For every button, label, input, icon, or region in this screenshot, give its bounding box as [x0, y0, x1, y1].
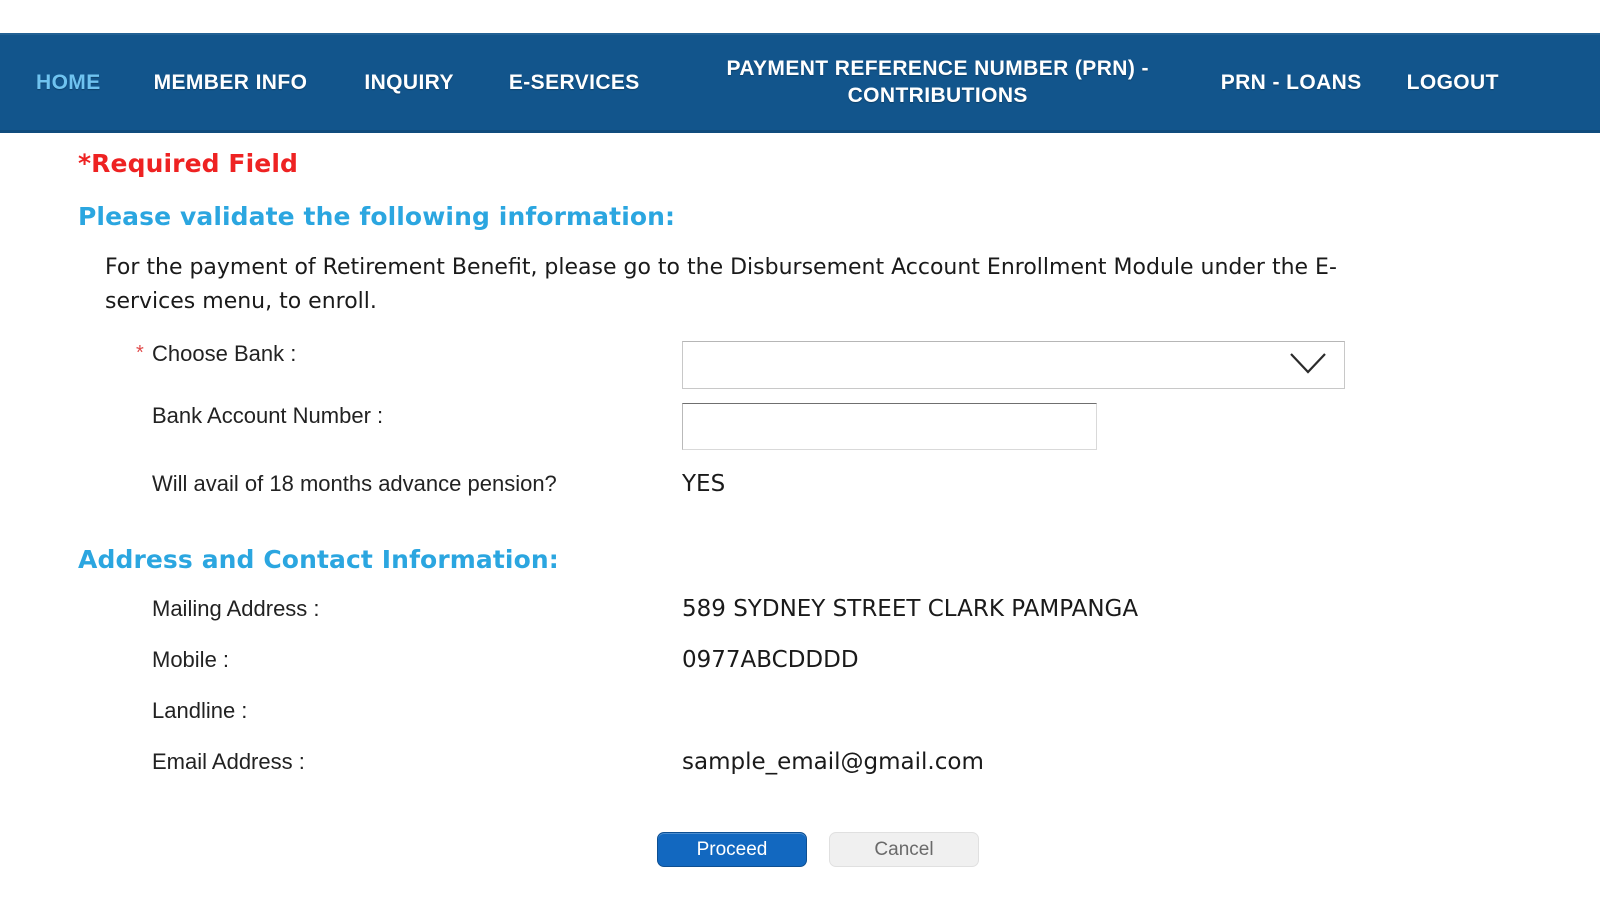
required-asterisk-icon: *: [136, 342, 144, 365]
intro-paragraph: For the payment of Retirement Benefit, p…: [105, 255, 1337, 315]
validate-information-heading: Please validate the following informatio…: [78, 202, 676, 231]
choose-bank-selected-value: [683, 353, 691, 377]
form-row-gap: [0, 453, 1600, 471]
address-contact-heading: Address and Contact Information:: [78, 545, 559, 575]
mailing-address-label: Mailing Address :: [152, 596, 320, 622]
email-address-value: sample_email@gmail.com: [682, 749, 984, 776]
advance-pension-label: Will avail of 18 months advance pension?: [152, 471, 557, 497]
required-field-note: *Required Field: [78, 149, 298, 178]
bank-account-number-input[interactable]: [682, 403, 1097, 451]
chevron-down-icon: [1288, 351, 1328, 379]
nav-item-e-services[interactable]: E-SERVICES: [509, 70, 640, 97]
bank-account-number-label: Bank Account Number :: [152, 403, 384, 429]
mobile-label: Mobile :: [152, 647, 230, 673]
nav-item-inquiry[interactable]: INQUIRY: [364, 70, 454, 97]
address-contact-list: Mailing Address : 589 SYDNEY STREET CLAR…: [0, 596, 1600, 800]
contact-row: Landline :: [0, 698, 1600, 749]
advance-pension-value: YES: [682, 471, 726, 498]
nav-item-logout[interactable]: LOGOUT: [1407, 70, 1499, 97]
contact-row: Mailing Address : 589 SYDNEY STREET CLAR…: [0, 596, 1600, 647]
bank-details-form: * Choose Bank : Bank Account Number : Wi…: [0, 341, 1600, 521]
nav-item-prn-contributions[interactable]: PAYMENT REFERENCE NUMBER (PRN) - CONTRIB…: [703, 56, 1173, 110]
nav-item-member-info[interactable]: MEMBER INFO: [154, 70, 308, 97]
proceed-button[interactable]: Proceed: [657, 832, 807, 868]
form-action-bar: Proceed Cancel: [0, 832, 1600, 868]
advance-pension-row: Will avail of 18 months advance pension?…: [0, 471, 1600, 521]
choose-bank-label: * Choose Bank :: [0, 341, 682, 367]
nav-item-prn-loans[interactable]: PRN - LOANS: [1221, 70, 1362, 97]
page-top-strip: [0, 0, 1600, 33]
contact-row: Mobile : 0977ABCDDDD: [0, 647, 1600, 698]
choose-bank-select[interactable]: [682, 341, 1345, 390]
mailing-address-value: 589 SYDNEY STREET CLARK PAMPANGA: [682, 596, 1139, 623]
email-address-label: Email Address :: [152, 749, 305, 775]
contact-row: Email Address : sample_email@gmail.com: [0, 749, 1600, 800]
cancel-button[interactable]: Cancel: [829, 832, 979, 868]
page-content: *Required Field Please validate the foll…: [0, 149, 1600, 868]
choose-bank-label-text: Choose Bank :: [152, 341, 297, 367]
form-row-gap: [0, 391, 1600, 403]
bank-account-number-row: Bank Account Number :: [0, 403, 1600, 453]
main-navigation-bar: HOME MEMBER INFO INQUIRY E-SERVICES PAYM…: [0, 33, 1600, 133]
choose-bank-row: * Choose Bank :: [0, 341, 1600, 391]
mobile-value: 0977ABCDDDD: [682, 647, 859, 674]
nav-item-home[interactable]: HOME: [36, 70, 101, 97]
landline-label: Landline :: [152, 698, 248, 724]
